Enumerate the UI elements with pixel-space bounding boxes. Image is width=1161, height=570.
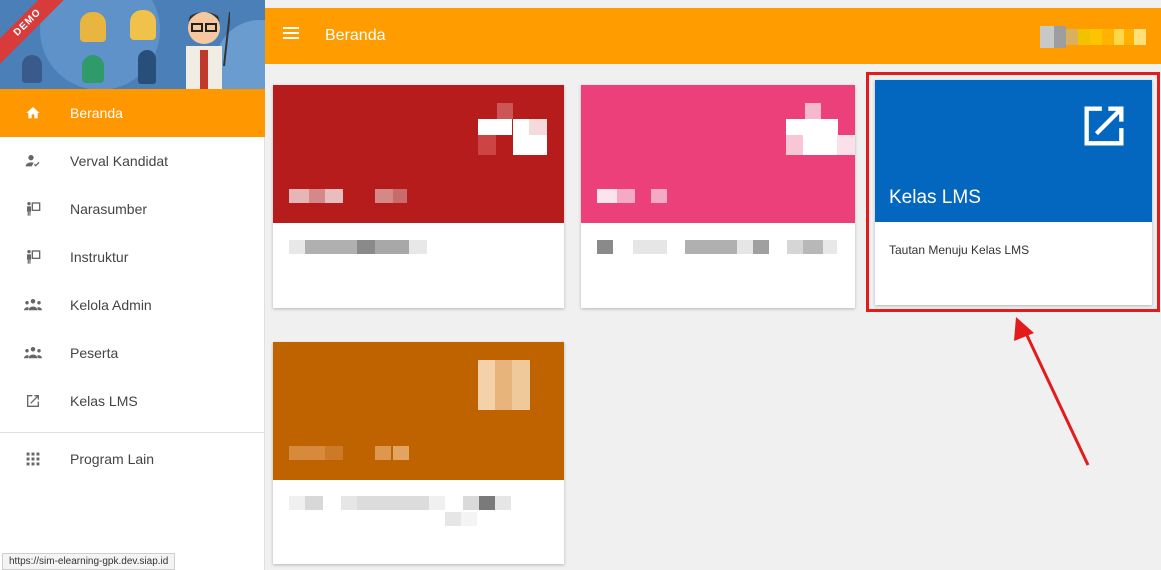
sidebar-banner: DEMO bbox=[0, 0, 265, 89]
program-card[interactable] bbox=[581, 85, 855, 308]
sidebar: DEMO Beranda Verval Kandidat Narasumber … bbox=[0, 0, 265, 570]
sidebar-item-peserta[interactable]: Peserta bbox=[0, 329, 265, 377]
group-icon bbox=[22, 281, 44, 329]
person-check-icon bbox=[22, 137, 44, 185]
home-icon bbox=[22, 89, 44, 137]
card-header bbox=[581, 85, 855, 223]
status-bar-url: https://sim-elearning-gpk.dev.siap.id bbox=[2, 553, 176, 570]
sidebar-divider bbox=[0, 432, 265, 433]
presenter-icon bbox=[22, 185, 44, 233]
sidebar-item-verval-kandidat[interactable]: Verval Kandidat bbox=[0, 137, 265, 185]
sidebar-item-label: Verval Kandidat bbox=[70, 153, 169, 169]
apps-grid-icon bbox=[22, 435, 44, 483]
user-avatar[interactable] bbox=[1040, 26, 1150, 48]
sidebar-item-label: Program Lain bbox=[70, 451, 155, 467]
sidebar-item-label: Narasumber bbox=[70, 201, 148, 217]
page-title: Beranda bbox=[325, 27, 386, 44]
presenter-icon bbox=[22, 233, 44, 281]
card-header bbox=[273, 85, 564, 223]
sidebar-item-kelola-admin[interactable]: Kelola Admin bbox=[0, 281, 265, 329]
sidebar-item-beranda[interactable]: Beranda bbox=[0, 89, 265, 137]
program-card[interactable] bbox=[273, 342, 564, 564]
sidebar-item-kelas-lms[interactable]: Kelas LMS bbox=[0, 377, 265, 425]
sidebar-item-label: Peserta bbox=[70, 345, 119, 361]
sidebar-item-instruktur[interactable]: Instruktur bbox=[0, 233, 265, 281]
card-header bbox=[273, 342, 564, 480]
sidebar-item-narasumber[interactable]: Narasumber bbox=[0, 185, 265, 233]
sidebar-item-label: Beranda bbox=[70, 105, 123, 121]
sidebar-item-label: Instruktur bbox=[70, 249, 129, 265]
sidebar-item-label: Kelas LMS bbox=[70, 393, 138, 409]
highlight-box bbox=[866, 72, 1160, 312]
menu-icon[interactable] bbox=[283, 27, 299, 41]
open-in-new-icon bbox=[22, 377, 44, 425]
app-bar: Beranda bbox=[265, 8, 1161, 64]
teacher-illustration bbox=[186, 11, 230, 89]
program-card[interactable] bbox=[273, 85, 564, 308]
annotation-arrow bbox=[1014, 317, 1090, 466]
group-icon bbox=[22, 329, 44, 377]
sidebar-item-label: Kelola Admin bbox=[70, 297, 152, 313]
sidebar-item-program-lain[interactable]: Program Lain bbox=[0, 435, 265, 483]
sidebar-nav: Beranda Verval Kandidat Narasumber Instr… bbox=[0, 89, 265, 483]
